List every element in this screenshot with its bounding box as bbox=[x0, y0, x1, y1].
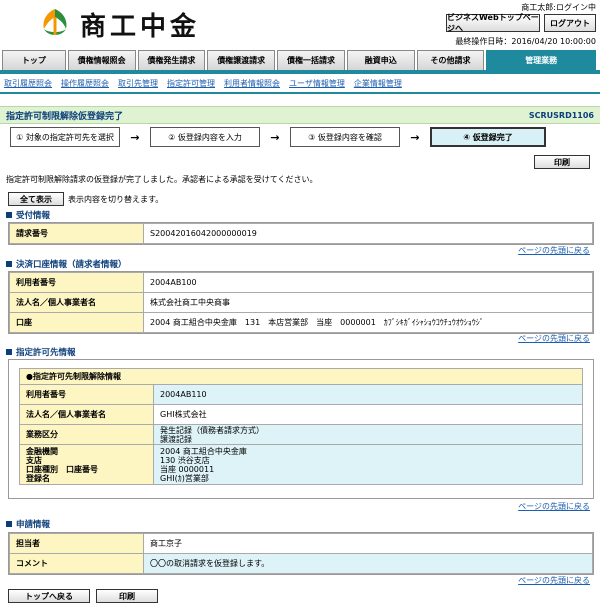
step-1: ① 対象の指定許可先を選択 bbox=[10, 127, 120, 147]
step-2: ② 仮登録内容を入力 bbox=[150, 127, 260, 147]
bank-info-label: 金融機関 支店 口座種別 口座番号 登録名 bbox=[19, 444, 154, 485]
section-permitted-title: 指定許可先情報 bbox=[6, 346, 76, 358]
bank-value-line: GHI(ｶ)営業部 bbox=[160, 473, 209, 483]
header: 商工中金 商工太郎:ログイン中 ビジネスWebトップページへ ログアウト 最終操… bbox=[0, 0, 600, 48]
show-all-button[interactable]: 全て表示 bbox=[8, 192, 64, 206]
page-top-link[interactable]: ページの先頭に戻る bbox=[518, 333, 590, 344]
section-settlement-title: 決済口座情報（請求者情報） bbox=[6, 258, 127, 270]
bank-info-value: 2004 商工組合中央金庫 130 渋谷支店 当座 0000011 GHI(ｶ)… bbox=[153, 444, 583, 485]
business-type-line: 発生記録（債務者請求方式） bbox=[160, 425, 264, 435]
arrow-right-icon: → bbox=[130, 130, 140, 144]
tab-claim-inquiry[interactable]: 債権情報照会 bbox=[67, 50, 136, 70]
person-in-charge-value: 商工京子 bbox=[143, 533, 593, 554]
tab-claim-bulk[interactable]: 債権一括請求 bbox=[277, 50, 345, 70]
section-bullet-icon bbox=[6, 212, 12, 218]
page-title-bar: 指定許可制限解除仮登録完了 SCRUSRD1106 bbox=[0, 106, 600, 124]
tab-other[interactable]: その他請求 bbox=[416, 50, 485, 70]
step-3: ③ 仮登録内容を確認 bbox=[290, 127, 400, 147]
last-operation-time: 最終操作日時：2016/04/20 10:00:00 bbox=[455, 37, 596, 46]
subnav-partner-management[interactable]: 取引先管理 bbox=[118, 78, 158, 89]
account-value: 2004 商工組合中央金庫 131 本店営業部 当座 0000001 ｶﾌﾞｼｷ… bbox=[143, 312, 593, 333]
page-top-link[interactable]: ページの先頭に戻る bbox=[518, 575, 590, 586]
section-bullet-icon bbox=[6, 349, 12, 355]
step-4: ④ 仮登録完了 bbox=[430, 127, 546, 147]
subnav-operation-history[interactable]: 操作履歴照会 bbox=[61, 78, 109, 89]
biz-top-button[interactable]: ビジネスWebトップページへ bbox=[446, 13, 540, 33]
person-in-charge-label: 担当者 bbox=[9, 533, 144, 554]
permitted-user-number-label: 利用者番号 bbox=[19, 384, 154, 405]
request-number-value: S20042016042000000019 bbox=[143, 223, 593, 244]
footer-print-button[interactable]: 印刷 bbox=[96, 589, 158, 603]
subnav-user-info[interactable]: 利用者情報照会 bbox=[224, 78, 280, 89]
subnav-permission-management[interactable]: 指定許可管理 bbox=[167, 78, 215, 89]
permitted-box: ●指定許可先制限解除情報 利用者番号 2004AB110 法人名／個人事業者名 … bbox=[8, 359, 594, 499]
section-bullet-icon bbox=[6, 521, 12, 527]
main-tabs: トップ 債権情報照会 債権発生請求 債権譲渡請求 債権一括請求 融資申込 その他… bbox=[2, 50, 598, 70]
tab-claim-transfer[interactable]: 債権譲渡請求 bbox=[207, 50, 276, 70]
subnav-transaction-history[interactable]: 取引履歴照会 bbox=[4, 78, 52, 89]
bank-value-line: 2004 商工組合中央金庫 bbox=[160, 446, 247, 456]
account-label: 口座 bbox=[9, 312, 144, 333]
permitted-company-label: 法人名／個人事業者名 bbox=[19, 404, 154, 425]
comment-value: 〇〇の取消請求を仮登録します。 bbox=[143, 553, 593, 574]
business-type-line: 譲渡記録 bbox=[160, 434, 192, 444]
page-top-link[interactable]: ページの先頭に戻る bbox=[518, 245, 590, 256]
progress-steps: ① 対象の指定許可先を選択 → ② 仮登録内容を入力 → ③ 仮登録内容を確認 … bbox=[10, 127, 546, 147]
subnav-user-management[interactable]: ユーザ情報管理 bbox=[289, 78, 345, 89]
permitted-user-number-value: 2004AB110 bbox=[153, 384, 583, 405]
subnav-underline bbox=[0, 92, 600, 94]
completion-message: 指定許可制限解除請求の仮登録が完了しました。承認者による承認を受けてください。 bbox=[6, 175, 318, 184]
bank-label-line: 口座種別 口座番号 bbox=[26, 464, 98, 474]
bank-label-line: 登録名 bbox=[26, 473, 50, 483]
show-all-description: 表示内容を切り替えます。 bbox=[68, 195, 164, 204]
page-title: 指定許可制限解除仮登録完了 bbox=[6, 111, 124, 122]
tab-management[interactable]: 管理業務 bbox=[486, 50, 596, 70]
logo-mark-icon bbox=[38, 7, 72, 41]
user-number-value: 2004AB100 bbox=[143, 272, 593, 293]
screen-code: SCRUSRD1106 bbox=[528, 110, 594, 120]
user-number-label: 利用者番号 bbox=[9, 272, 144, 293]
section-application-title: 申請情報 bbox=[6, 518, 50, 530]
arrow-right-icon: → bbox=[270, 130, 280, 144]
bank-value-line: 130 渋谷支店 bbox=[160, 455, 210, 465]
request-number-label: 請求番号 bbox=[9, 223, 144, 244]
bank-label-line: 支店 bbox=[26, 455, 42, 465]
bank-value-line: 当座 0000011 bbox=[160, 464, 215, 474]
tab-top[interactable]: トップ bbox=[2, 50, 66, 70]
brand-logo: 商工中金 bbox=[38, 6, 228, 42]
company-name-label: 法人名／個人事業者名 bbox=[9, 292, 144, 313]
permitted-inner-title: ●指定許可先制限解除情報 bbox=[19, 368, 583, 385]
print-button[interactable]: 印刷 bbox=[534, 155, 590, 169]
brand-name: 商工中金 bbox=[80, 11, 201, 42]
comment-label: コメント bbox=[9, 553, 144, 574]
permitted-company-value: GHI株式会社 bbox=[153, 404, 583, 425]
page-top-link[interactable]: ページの先頭に戻る bbox=[518, 501, 590, 512]
subnav-company-management[interactable]: 企業情報管理 bbox=[354, 78, 402, 89]
sub-navigation: 取引履歴照会 操作履歴照会 取引先管理 指定許可管理 利用者情報照会 ユーザ情報… bbox=[0, 74, 600, 92]
business-type-value: 発生記録（債務者請求方式） 譲渡記録 bbox=[153, 424, 583, 445]
business-type-label: 業務区分 bbox=[19, 424, 154, 445]
arrow-right-icon: → bbox=[410, 130, 420, 144]
section-receipt-title: 受付情報 bbox=[6, 209, 50, 221]
back-to-top-button[interactable]: トップへ戻る bbox=[8, 589, 90, 603]
tab-loan[interactable]: 融資申込 bbox=[346, 50, 415, 70]
logout-button[interactable]: ログアウト bbox=[544, 14, 596, 32]
bank-label-line: 金融機関 bbox=[26, 446, 58, 456]
receipt-box: 請求番号 S20042016042000000019 bbox=[8, 222, 594, 245]
section-bullet-icon bbox=[6, 261, 12, 267]
application-box: 担当者 商工京子 コメント 〇〇の取消請求を仮登録します。 bbox=[8, 532, 594, 575]
tab-claim-issue[interactable]: 債権発生請求 bbox=[137, 50, 206, 70]
settlement-box: 利用者番号 2004AB100 法人名／個人事業者名 株式会社商工中央商事 口座… bbox=[8, 271, 594, 334]
company-name-value: 株式会社商工中央商事 bbox=[143, 292, 593, 313]
